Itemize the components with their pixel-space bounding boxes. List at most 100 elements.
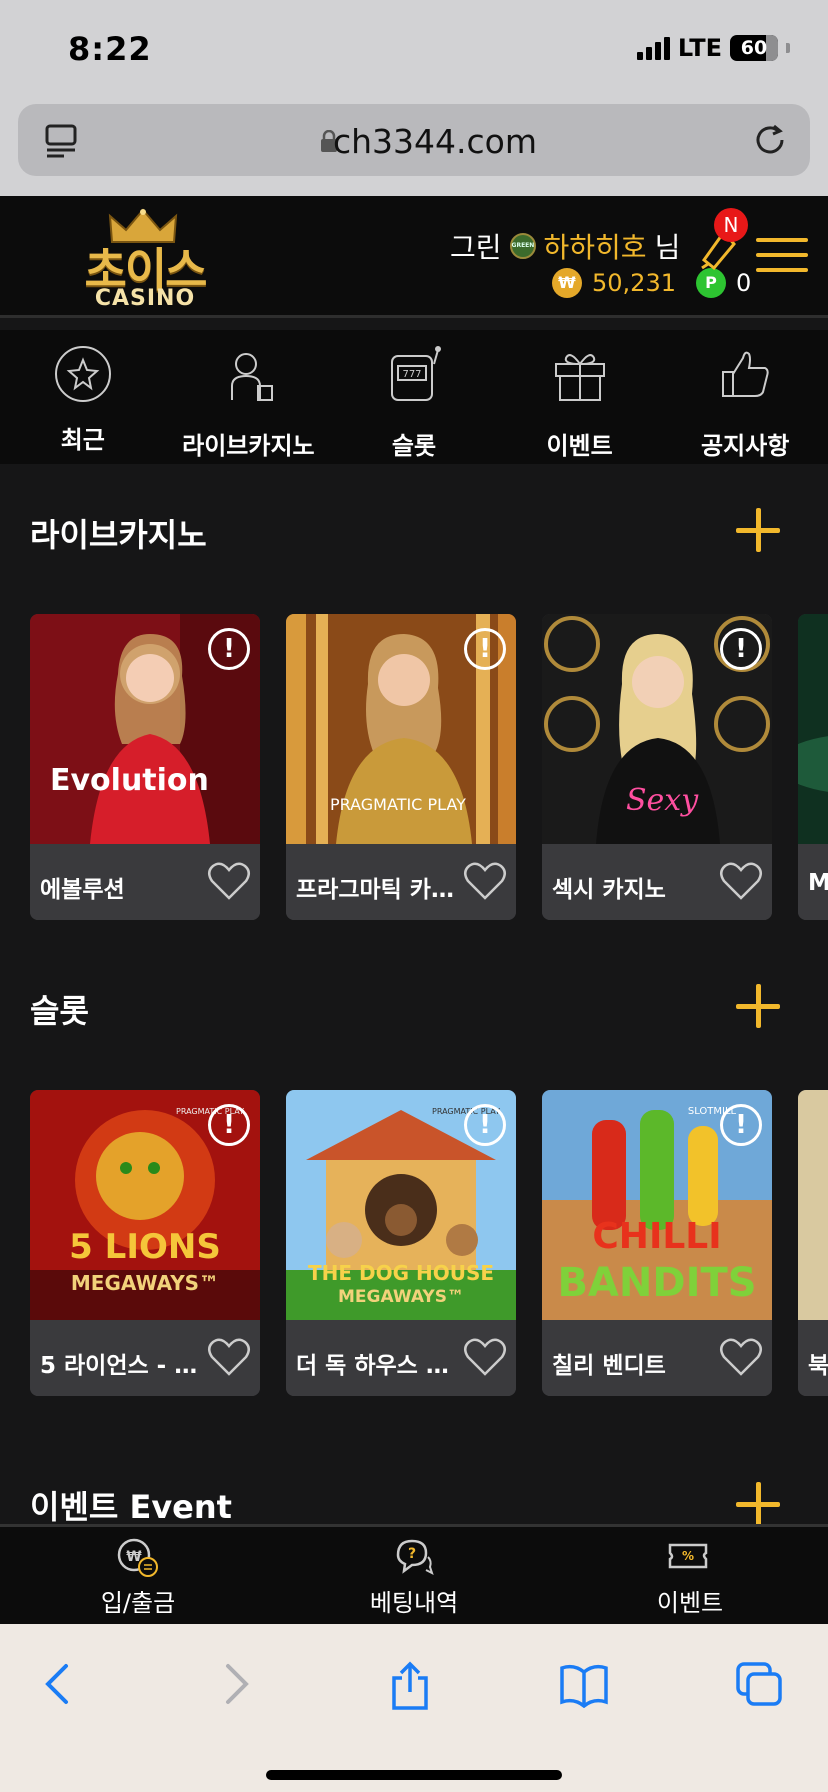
- deposit-withdraw-icon: ₩: [117, 1538, 158, 1577]
- notification-badge[interactable]: N: [714, 208, 748, 242]
- info-icon[interactable]: !: [208, 1104, 250, 1146]
- info-icon[interactable]: !: [720, 1104, 762, 1146]
- bookmarks-icon[interactable]: [558, 1660, 610, 1708]
- forward-icon[interactable]: [216, 1660, 256, 1708]
- card-caption: 칠리 벤디트: [542, 1320, 772, 1396]
- game-name: 북: [808, 1353, 828, 1379]
- favorite-heart-icon[interactable]: [462, 860, 508, 902]
- game-name: 칠리 벤디트: [552, 1353, 666, 1379]
- favorite-heart-icon[interactable]: [206, 860, 252, 902]
- favorite-heart-icon[interactable]: [206, 1336, 252, 1378]
- share-icon[interactable]: [388, 1660, 432, 1712]
- game-card-dog-house[interactable]: THE DOG HOUSE MEGAWAYS™ PRAGMATIC PLAY !…: [286, 1090, 516, 1396]
- battery-tip: [786, 43, 790, 53]
- battery-icon: 60: [730, 35, 778, 61]
- game-card-pragmatic-casino[interactable]: PRAGMATIC PLAY ! 프라그마틱 카지노: [286, 614, 516, 920]
- section-title-slots: 슬롯: [30, 992, 89, 1030]
- category-live-casino[interactable]: 라이브카지노: [166, 330, 332, 464]
- status-time: 8:22: [68, 30, 152, 68]
- game-name: 에볼루션: [40, 877, 125, 903]
- category-label: 슬롯: [391, 432, 437, 460]
- game-card-sexy-casino[interactable]: Sexy ! 섹시 카지노: [542, 614, 772, 920]
- game-name: 프라그마틱 카지노: [296, 877, 456, 903]
- category-slots[interactable]: 777 슬롯: [331, 330, 497, 464]
- star-icon: [54, 346, 111, 402]
- game-card-5-lions[interactable]: 5 LIONS MEGAWAYS™ PRAGMATIC PLAY ! 5 라이언…: [30, 1090, 260, 1396]
- nav-label: 이벤트: [656, 1589, 724, 1617]
- info-icon[interactable]: !: [464, 628, 506, 670]
- status-right: LTE 60: [636, 34, 790, 62]
- card-caption: 북: [798, 1320, 828, 1396]
- live-casino-more-icon[interactable]: [736, 508, 780, 552]
- card-caption: 에볼루션: [30, 844, 260, 920]
- favorite-heart-icon[interactable]: [462, 1336, 508, 1378]
- game-card-evolution[interactable]: Evolution ! 에볼루션: [30, 614, 260, 920]
- reload-icon[interactable]: [752, 122, 788, 158]
- back-icon[interactable]: [38, 1660, 78, 1708]
- tabs-icon[interactable]: [734, 1660, 786, 1708]
- game-name: 섹시 카지노: [552, 877, 666, 903]
- dog-house-title: THE DOG HOUSE: [308, 1261, 494, 1285]
- thumbs-up-icon: [722, 351, 769, 397]
- site-bottom-nav: ₩ 입/출금 ? 베팅내역 % 이벤트: [0, 1524, 828, 1624]
- partial-thumbnail: [798, 1090, 828, 1320]
- svg-text:777: 777: [402, 369, 421, 380]
- category-recent[interactable]: 최근: [0, 330, 166, 464]
- nav-betting-history[interactable]: ? 베팅내역: [276, 1527, 552, 1624]
- signal-icon: [636, 36, 670, 60]
- section-title-live-casino: 라이브카지노: [30, 516, 207, 554]
- section-title-events: 이벤트 Event: [30, 1488, 232, 1526]
- user-info[interactable]: 그린 GREEN 하하히호 님: [450, 226, 680, 266]
- svg-text:?: ?: [408, 1546, 416, 1562]
- card-caption: 프라그마틱 카지노: [286, 844, 516, 920]
- user-balances: ₩ 50,231 P 0: [552, 268, 751, 298]
- slots-more-icon[interactable]: [736, 984, 780, 1028]
- casino-logo[interactable]: 초이스 CASINO: [70, 208, 220, 311]
- url-text[interactable]: ch3344.com: [18, 122, 810, 161]
- events-more-icon[interactable]: [736, 1482, 780, 1526]
- game-card-partial[interactable]: M: [798, 614, 828, 920]
- favorite-heart-icon[interactable]: [718, 1336, 764, 1378]
- game-card-partial[interactable]: 북: [798, 1090, 828, 1396]
- grade-badge-icon: GREEN: [509, 233, 536, 259]
- category-notice[interactable]: 공지사항: [662, 330, 828, 464]
- card-caption: M: [798, 844, 828, 920]
- info-icon[interactable]: !: [720, 628, 762, 670]
- point-icon: P: [695, 268, 726, 298]
- info-icon[interactable]: !: [208, 628, 250, 670]
- home-indicator: [266, 1770, 562, 1780]
- chilli-title: CHILLI: [592, 1216, 721, 1257]
- category-label: 공지사항: [701, 432, 790, 460]
- slots-row: 5 LIONS MEGAWAYS™ PRAGMATIC PLAY ! 5 라이언…: [30, 1090, 828, 1396]
- card-caption: 섹시 카지노: [542, 844, 772, 920]
- evolution-logo: Evolution: [50, 763, 209, 798]
- hamburger-menu-icon[interactable]: [756, 238, 808, 274]
- card-caption: 5 라이언스 - 메가웨이즈: [30, 1320, 260, 1396]
- dog-house-subtitle: MEGAWAYS™: [338, 1287, 464, 1307]
- category-label: 이벤트: [546, 432, 613, 460]
- favorite-heart-icon[interactable]: [718, 860, 764, 902]
- network-type: LTE: [677, 34, 722, 62]
- pragmatic-logo: PRAGMATIC PLAY: [330, 795, 466, 814]
- 5-lions-subtitle: MEGAWAYS™: [71, 1271, 219, 1295]
- category-event[interactable]: 이벤트: [497, 330, 663, 464]
- svg-text:%: %: [682, 1549, 694, 1563]
- nav-deposit-withdraw[interactable]: ₩ 입/출금: [0, 1527, 276, 1624]
- nav-event[interactable]: % 이벤트: [552, 1527, 828, 1624]
- sexy-logo: Sexy: [626, 783, 699, 818]
- address-bar[interactable]: ch3344.com: [18, 104, 810, 176]
- slot-machine-icon: 777: [390, 346, 441, 401]
- 5-lions-title: 5 LIONS: [69, 1227, 221, 1267]
- game-card-chilli-bandits[interactable]: CHILLI BANDITS SLOTMILL ! 칠리 벤디트: [542, 1090, 772, 1396]
- gift-icon: [554, 354, 605, 401]
- category-label: 라이브카지노: [182, 432, 315, 460]
- nav-label: 입/출금: [100, 1589, 176, 1617]
- card-caption: 더 독 하우스 - 메가웨이즈: [286, 1320, 516, 1396]
- category-nav: 최근 라이브카지노 777 슬롯 이벤트 공지사항: [0, 330, 828, 464]
- money-amount: 50,231: [592, 269, 676, 297]
- info-icon[interactable]: !: [464, 1104, 506, 1146]
- logo-text-en: CASINO: [94, 286, 196, 311]
- money-coin-icon: ₩: [552, 268, 582, 298]
- browser-address-area: ch3344.com: [0, 96, 828, 196]
- partial-thumbnail: [798, 614, 828, 844]
